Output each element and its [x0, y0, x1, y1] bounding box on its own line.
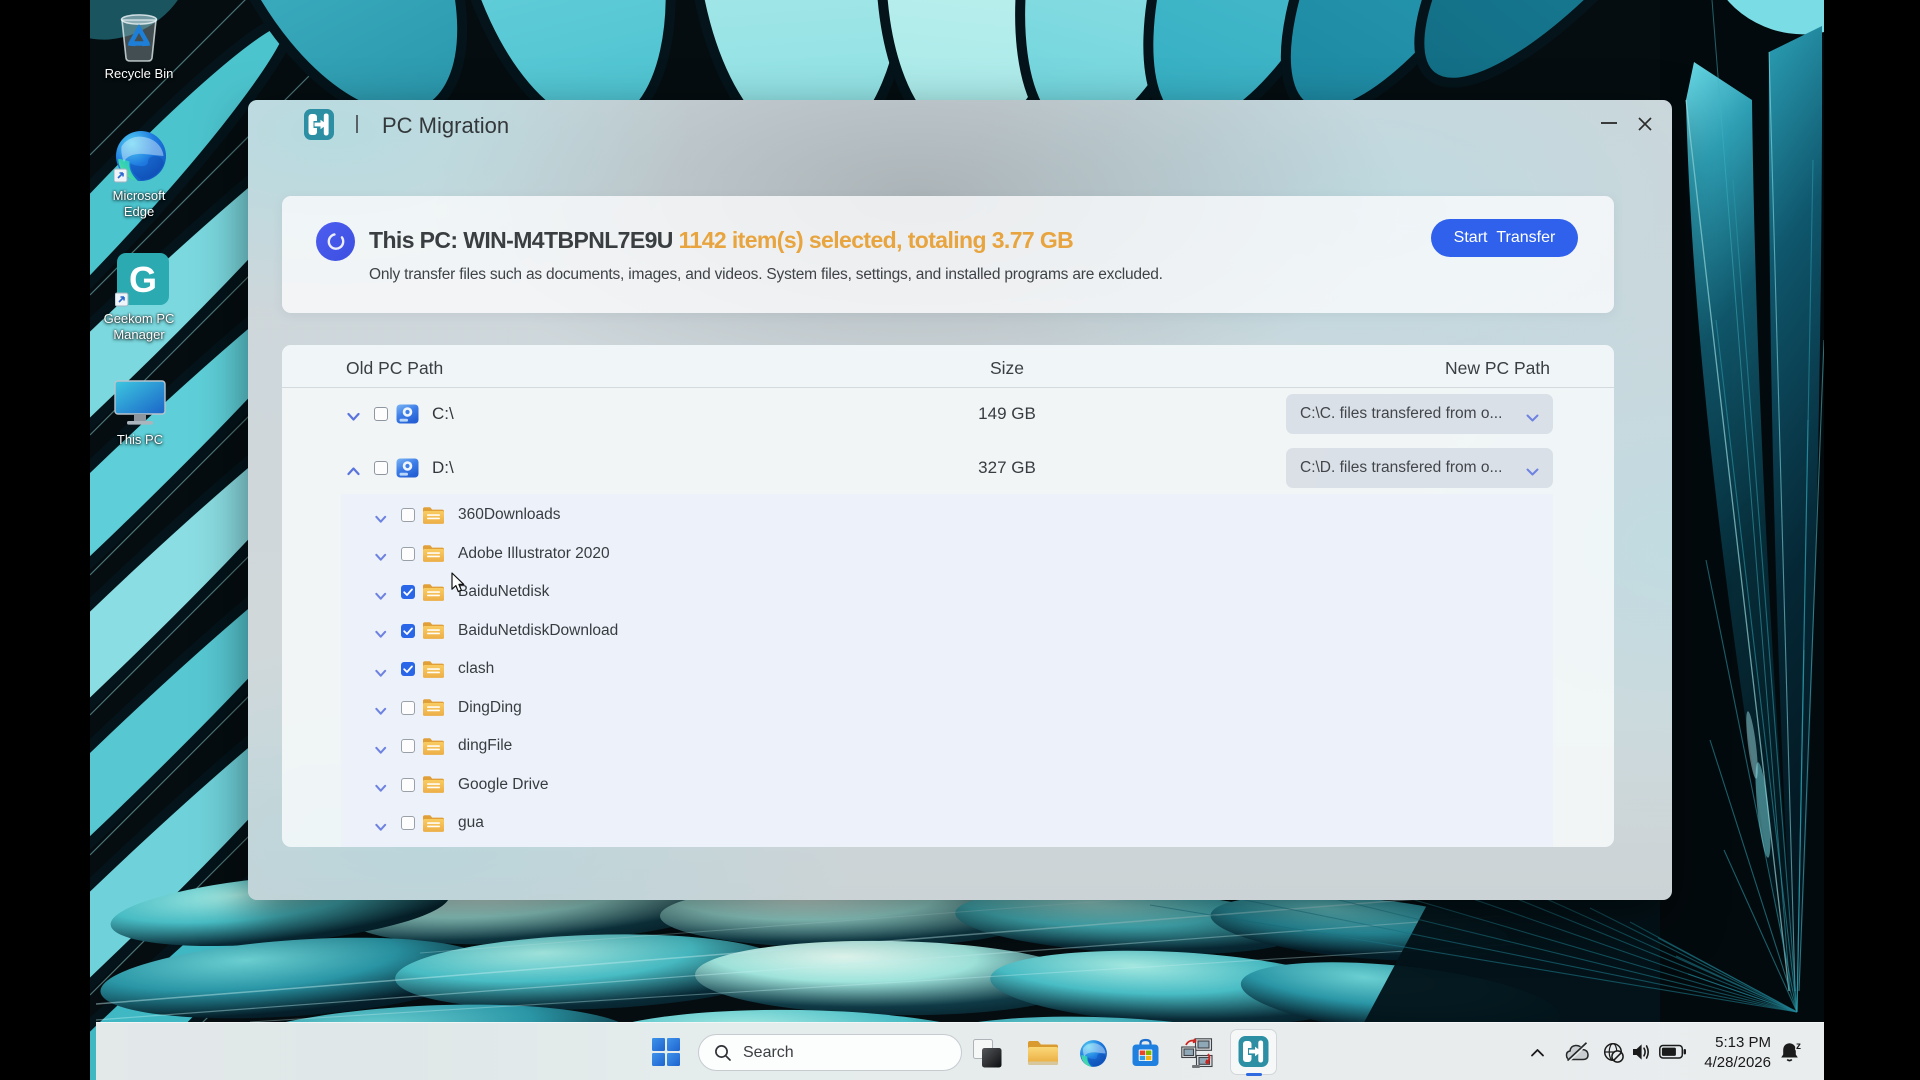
svg-text:z: z: [1796, 1041, 1801, 1052]
svg-text:G: G: [129, 259, 157, 300]
